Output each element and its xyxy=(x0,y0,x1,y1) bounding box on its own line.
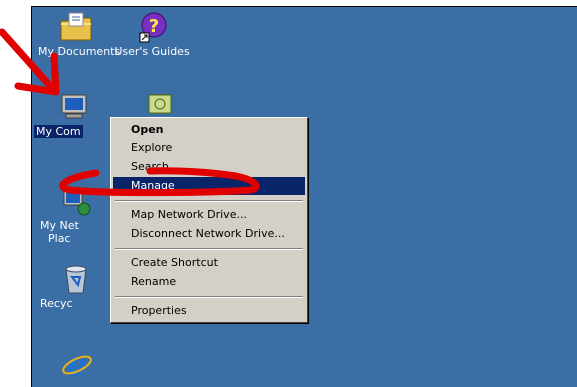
desktop-icon-my-computer[interactable]: My Com xyxy=(34,93,94,138)
menu-separator xyxy=(115,200,303,202)
folder-icon xyxy=(60,12,92,41)
desktop-icon-label: My Net xyxy=(40,219,79,232)
desktop-icon-recycle-bin[interactable]: Recyc xyxy=(34,263,94,310)
menu-item-map-network-drive[interactable]: Map Network Drive... xyxy=(113,206,305,224)
menu-item-manage[interactable]: Manage xyxy=(113,177,305,195)
recycle-bin-icon xyxy=(65,265,87,294)
desktop-icon-my-network-places[interactable]: My Net Plac xyxy=(34,187,94,245)
desktop-icon-partial[interactable] xyxy=(140,93,180,115)
menu-item-create-shortcut[interactable]: Create Shortcut xyxy=(113,254,305,272)
desktop-icon-label: Plac xyxy=(48,232,71,245)
svg-text:?: ? xyxy=(149,16,159,37)
desktop-icon-label: Recyc xyxy=(40,297,73,310)
desktop-icon-users-guides[interactable]: ? User's Guides xyxy=(114,11,190,58)
menu-item-rename[interactable]: Rename xyxy=(113,273,305,291)
context-menu: Open Explore Search... Manage Map Networ… xyxy=(110,117,308,323)
desktop: My Documents ? User's Guides My Com My N… xyxy=(31,6,577,387)
menu-item-search[interactable]: Search... xyxy=(113,158,305,176)
calendar-icon xyxy=(148,94,172,114)
menu-separator xyxy=(115,248,303,250)
help-icon: ? xyxy=(139,12,167,43)
desktop-icon-label: User's Guides xyxy=(114,45,190,58)
desktop-icon-label: My Com xyxy=(34,125,83,138)
menu-separator xyxy=(115,296,303,298)
desktop-icon-my-documents[interactable]: My Documents xyxy=(38,11,121,58)
desktop-icon-internet-explorer[interactable]: e xyxy=(52,347,102,381)
computer-icon xyxy=(61,94,87,119)
menu-item-explore[interactable]: Explore xyxy=(113,139,305,157)
svg-text:e: e xyxy=(67,348,86,381)
internet-explorer-icon: e xyxy=(62,348,92,381)
menu-item-open[interactable]: Open xyxy=(113,121,305,139)
desktop-icon-label: My Documents xyxy=(38,45,121,58)
menu-item-properties[interactable]: Properties xyxy=(113,302,305,320)
network-icon xyxy=(63,190,91,216)
menu-item-disconnect-network-drive[interactable]: Disconnect Network Drive... xyxy=(113,225,305,243)
